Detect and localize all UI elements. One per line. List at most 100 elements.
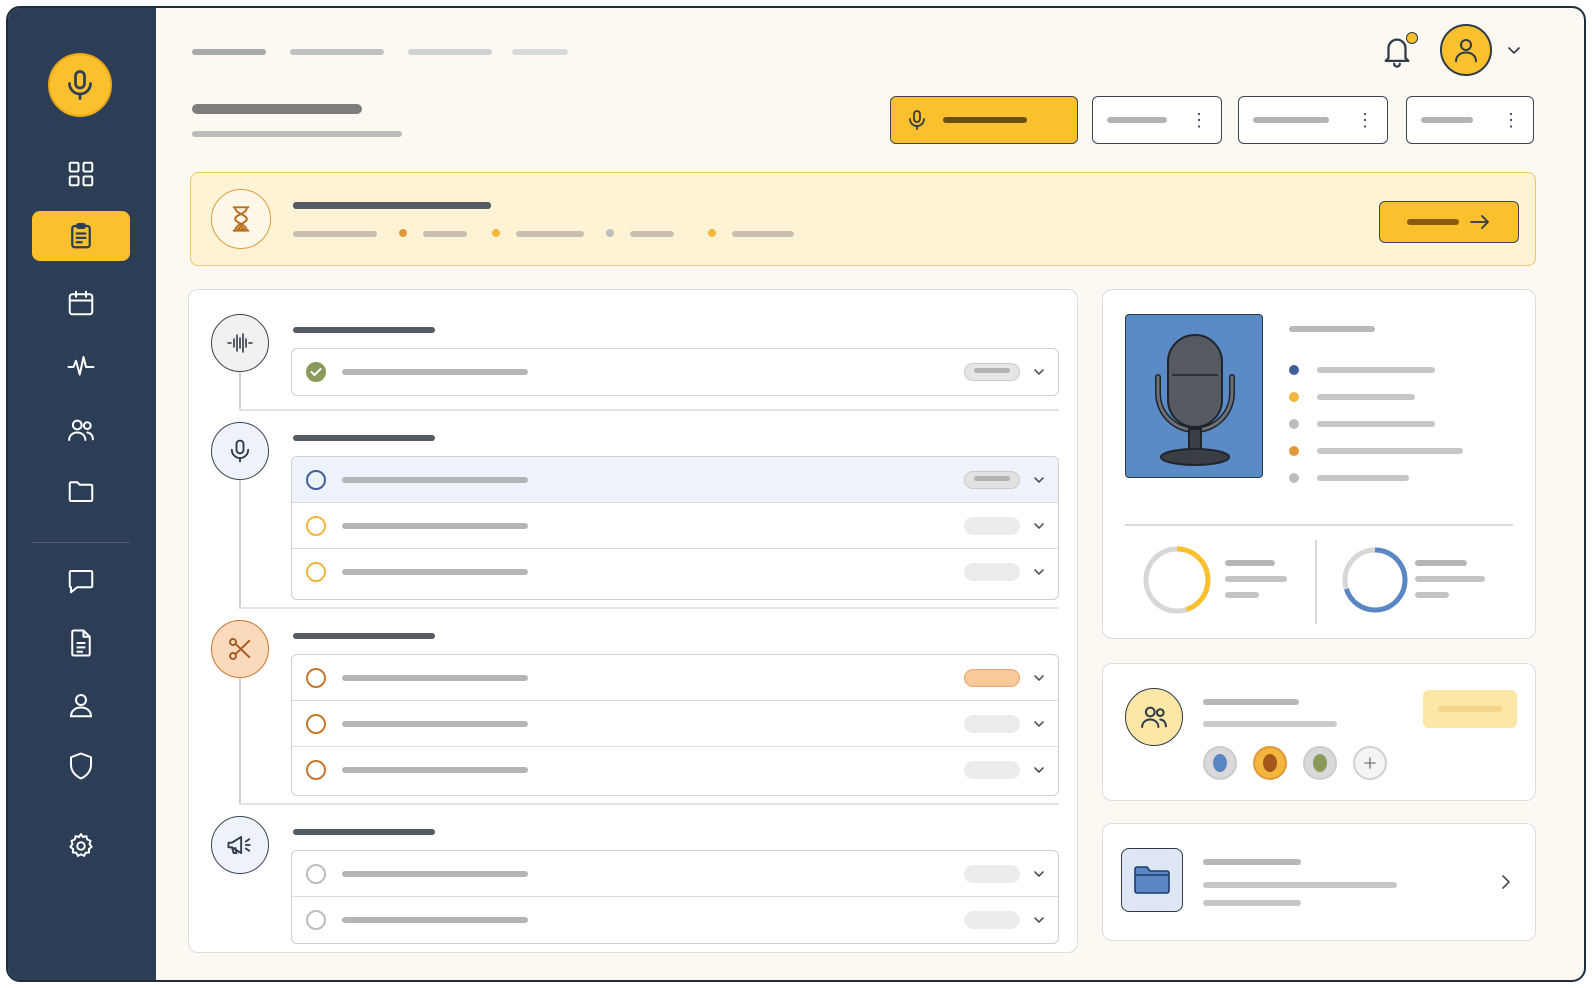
sidebar-item-dashboard[interactable]: [32, 149, 130, 199]
stage-connector: [239, 370, 241, 410]
breadcrumb-item[interactable]: [290, 49, 384, 55]
more-icon: ⋮: [1356, 110, 1374, 130]
breadcrumb-item[interactable]: [408, 49, 492, 55]
task-status-tag: [964, 563, 1020, 581]
task-row[interactable]: [292, 349, 1058, 395]
app-logo[interactable]: [48, 53, 112, 117]
task-checkbox[interactable]: [306, 713, 326, 734]
toolbar-dropdown-1[interactable]: ⋮: [1092, 96, 1222, 144]
user-avatar-icon: [1455, 39, 1477, 63]
stage-1-title: [293, 327, 435, 333]
task-checkbox[interactable]: [306, 562, 326, 582]
task-checkbox[interactable]: [306, 910, 326, 930]
task-checkbox[interactable]: [306, 515, 326, 536]
chevron-down-icon[interactable]: [1032, 365, 1046, 379]
files-line: [1203, 882, 1397, 888]
hourglass-icon: [232, 206, 250, 232]
chevron-down-icon[interactable]: [1032, 519, 1046, 533]
chevron-down-icon[interactable]: [1506, 42, 1522, 58]
task-row[interactable]: [292, 897, 1058, 943]
sidebar-item-documents[interactable]: [32, 618, 130, 668]
files-card[interactable]: [1102, 823, 1536, 941]
chevron-down-icon[interactable]: [1032, 671, 1046, 685]
task-row[interactable]: [292, 701, 1058, 747]
task-status-tag: [964, 516, 1020, 535]
stage-separator: [239, 409, 1059, 411]
waveform-icon: [227, 333, 253, 353]
toolbar-dropdown-3[interactable]: ⋮: [1406, 96, 1534, 144]
chevron-down-icon[interactable]: [1032, 913, 1046, 927]
meta-dot: [492, 229, 500, 237]
stage-4-title: [293, 829, 435, 835]
task-label: [342, 476, 528, 483]
chevron-right-icon[interactable]: [1499, 872, 1513, 892]
more-icon: ⋮: [1502, 110, 1520, 130]
chevron-down-icon[interactable]: [1032, 565, 1046, 579]
task-checkbox[interactable]: [306, 863, 326, 884]
banner-meta: [293, 229, 813, 239]
waveform-icon: [67, 356, 95, 376]
more-icon: ⋮: [1190, 110, 1208, 130]
sidebar-item-files[interactable]: [32, 466, 130, 516]
user-avatar[interactable]: [1440, 24, 1492, 76]
task-row[interactable]: [292, 503, 1058, 549]
member-avatar[interactable]: [1253, 746, 1287, 780]
stage-1-badge: [211, 314, 269, 372]
notifications-button[interactable]: [1380, 32, 1418, 72]
dropdown-label: [1253, 117, 1329, 123]
sidebar-item-settings[interactable]: [32, 821, 130, 871]
stats-divider: [1315, 540, 1317, 624]
meta-dot: [708, 229, 716, 237]
banner-action-button[interactable]: [1379, 201, 1519, 243]
breadcrumb-item[interactable]: [192, 49, 266, 55]
breadcrumb-item[interactable]: [512, 49, 568, 55]
stage-separator: [239, 803, 1059, 805]
task-checkbox-done[interactable]: [306, 362, 326, 382]
task-label: [342, 720, 528, 727]
record-button[interactable]: [890, 96, 1078, 144]
sidebar-item-profile[interactable]: [32, 680, 130, 730]
stage-connector: [239, 478, 241, 608]
stage-3-title: [293, 633, 435, 639]
chevron-down-icon[interactable]: [1032, 763, 1046, 777]
chevron-down-icon[interactable]: [1032, 717, 1046, 731]
chevron-down-icon[interactable]: [1032, 473, 1046, 487]
gear-icon: [69, 833, 93, 857]
detail-row: [1289, 437, 1479, 464]
sidebar-item-tasks[interactable]: [32, 211, 130, 261]
arrow-right-icon: [1470, 215, 1489, 229]
detail-dot: [1289, 391, 1299, 402]
files-line: [1203, 900, 1301, 906]
add-member-button[interactable]: [1353, 746, 1387, 780]
sidebar-item-security[interactable]: [32, 741, 130, 791]
detail-row: [1289, 356, 1479, 383]
deadline-banner: [190, 172, 1536, 266]
sidebar-item-audio[interactable]: [32, 342, 130, 392]
toolbar-dropdown-2[interactable]: ⋮: [1238, 96, 1388, 144]
task-row[interactable]: [292, 851, 1058, 897]
sidebar-item-messages[interactable]: [32, 556, 130, 606]
invite-button[interactable]: [1423, 690, 1517, 728]
task-row[interactable]: [292, 747, 1058, 793]
sidebar-item-calendar[interactable]: [32, 278, 130, 328]
meta-item: [732, 231, 794, 237]
task-checkbox[interactable]: [306, 469, 326, 490]
legend-line: [1225, 576, 1287, 582]
stage-1-tasks: [291, 348, 1059, 396]
task-status-tag: [964, 864, 1020, 883]
sidebar-item-team[interactable]: [32, 405, 130, 455]
page-subtitle: [192, 131, 402, 137]
task-row[interactable]: [292, 655, 1058, 701]
task-status-tag: [964, 911, 1020, 929]
member-avatar[interactable]: [1303, 746, 1337, 780]
chevron-down-icon[interactable]: [1032, 867, 1046, 881]
stage-connector: [239, 676, 241, 804]
user-icon: [69, 694, 93, 718]
task-checkbox[interactable]: [306, 760, 326, 780]
episode-cover[interactable]: [1125, 314, 1263, 478]
task-checkbox[interactable]: [306, 667, 326, 688]
task-row[interactable]: [292, 549, 1058, 595]
member-avatar[interactable]: [1203, 746, 1237, 780]
invite-button-label: [1438, 706, 1502, 712]
task-row-selected[interactable]: [292, 457, 1058, 503]
